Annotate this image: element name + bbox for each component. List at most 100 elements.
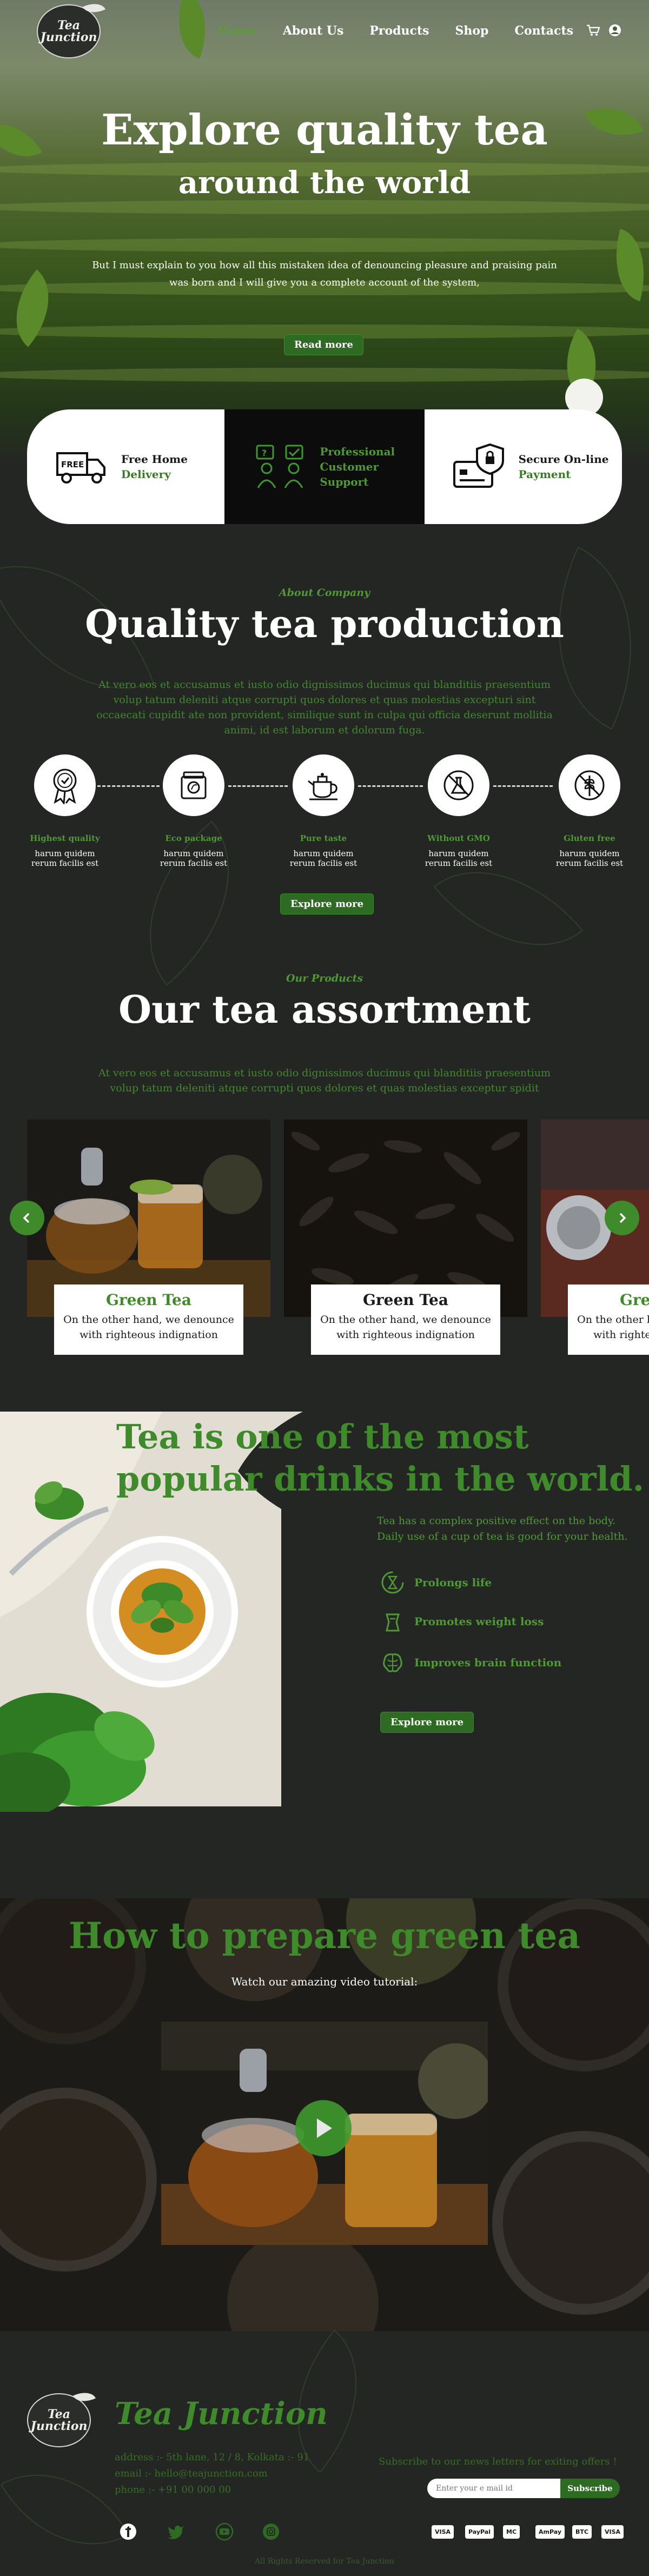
video-section: How to prepare green tea Watch our amazi… [0, 1898, 649, 2331]
video-title: How to prepare green tea [68, 1915, 581, 1957]
product-carousel: Green Tea On the other hand, we denounce… [0, 1120, 649, 1368]
footer-brand: Tea Junction [115, 2396, 328, 2432]
footer-logo[interactable]: Tea Junction [27, 2387, 96, 2447]
svg-text:?: ? [262, 448, 267, 458]
weight-icon [379, 1607, 407, 1635]
copyright: All Rights Reserved for Tea Junction [255, 2557, 394, 2566]
play-icon [317, 2118, 332, 2138]
nav-link-shop[interactable]: Shop [455, 24, 489, 38]
hero-subtitle: around the world [178, 165, 471, 201]
logo-text: Tea Junction [30, 2407, 88, 2433]
user-icon[interactable] [607, 23, 622, 38]
youtube-icon[interactable] [214, 2521, 235, 2542]
carousel-prev-button[interactable] [10, 1201, 44, 1235]
popular-text: Tea has a complex positive effect on the… [377, 1515, 628, 1542]
twitter-icon[interactable] [165, 2521, 186, 2542]
feature-support: ? Professional Customer Support [224, 409, 425, 524]
email-subscribe-input[interactable] [427, 2479, 560, 2498]
feature-line1: Professional [320, 445, 395, 458]
feature-delivery: FREE Free Home Delivery [27, 409, 225, 524]
payment-card-icon: VISA [601, 2521, 624, 2542]
popular-section: Tea is one of the most popular drinks in… [0, 1412, 649, 1823]
hourglass-icon [379, 1568, 407, 1597]
payment-label: MC [503, 2525, 520, 2539]
footer-address: address :- 5th lane, 12 / 8, Kolkata :- … [115, 2452, 310, 2463]
nav-link-about[interactable]: About Us [283, 24, 344, 38]
logo-leaf-icon [73, 2387, 96, 2407]
carousel-next-button[interactable] [605, 1201, 639, 1235]
about-title: Quality tea production [85, 601, 564, 646]
step-text: harum quidem rerum facilis est [555, 849, 624, 868]
products-title: Our tea assortment [118, 987, 531, 1032]
instagram-icon[interactable] [261, 2521, 281, 2542]
step-connector [97, 785, 160, 787]
explore-more-button[interactable]: Explore more [380, 1712, 474, 1733]
payment-label: AmPay [535, 2525, 565, 2539]
payment-label: VISA [432, 2525, 454, 2539]
step-text: harum quidem rerum facilis est [31, 849, 99, 868]
benefit-label: Improves brain function [414, 1656, 562, 1669]
field-stripe [0, 238, 649, 252]
product-card[interactable]: Green Tea On the other hand, we denounce… [541, 1120, 649, 1357]
eco-package-icon [163, 754, 224, 816]
nav-link-contacts[interactable]: Contacts [514, 24, 573, 38]
nav-link-home[interactable]: Home [217, 24, 257, 38]
footer-email: email :- hello@teajunction.com [115, 2468, 268, 2479]
about-text: At vero eos et accusamus et iusto odio d… [96, 679, 553, 736]
secure-payment-icon [452, 439, 507, 494]
gluten-free-icon [559, 754, 620, 816]
video-player[interactable] [161, 2022, 488, 2245]
feature-line2: Delivery [121, 468, 171, 481]
products-text: At vero eos et accusamus et iusto odio d… [98, 1067, 551, 1094]
no-gmo-icon [428, 754, 489, 816]
field-stripe [0, 368, 649, 382]
popular-title: Tea is one of the most popular drinks in… [116, 1417, 645, 1499]
quality-badge-icon [34, 754, 96, 816]
chevron-left-icon [23, 1213, 30, 1223]
logo[interactable]: Tea Junction [37, 0, 105, 58]
step-connector [493, 785, 553, 787]
feature-payment: Secure On-line Payment [424, 409, 622, 524]
payment-label: BTC [572, 2525, 592, 2539]
step-connector [358, 785, 423, 787]
feature-line2: Payment [518, 468, 571, 481]
explore-more-button[interactable]: Explore more [280, 893, 374, 915]
step-text: harum quidem rerum facilis est [289, 849, 357, 868]
about-subtitle: About Company [279, 587, 370, 599]
step-title: Highest quality [30, 833, 100, 843]
background-leaf [0, 2441, 130, 2576]
product-description: On the other hand, we denounce with righ… [63, 1314, 234, 1341]
benefit-label: Promotes weight loss [414, 1615, 544, 1628]
subscribe-text: Subscribe to our news letters for exitin… [379, 2456, 617, 2467]
nav-links: Home About Us Products Shop Contacts [191, 24, 573, 38]
read-more-button[interactable]: Read more [284, 334, 363, 355]
chevron-right-icon [619, 1213, 626, 1223]
step-without-gmo: Without GMO harum quidem rerum facilis e… [421, 754, 496, 868]
teapot-icon [293, 754, 354, 816]
about-steps: Highest quality harum quidem rerum facil… [27, 754, 623, 873]
payment-paypal-icon: PayPal [465, 2521, 494, 2542]
benefit-prolongs-life: Prolongs life [379, 1568, 492, 1597]
product-caption: Green Tea On the other hand, we denounce… [568, 1284, 649, 1355]
product-card[interactable]: Green Tea On the other hand, we denounce… [284, 1120, 527, 1357]
subscribe-button[interactable]: Subscribe [560, 2479, 620, 2498]
features-bar: FREE Free Home Delivery ? Professional C… [27, 409, 622, 524]
feature-line2: Customer Support [320, 460, 379, 488]
product-card[interactable]: Green Tea On the other hand, we denounce… [27, 1120, 270, 1357]
feature-line1: Free Home [121, 453, 188, 466]
footer-phone: phone :- +91 00 000 00 [115, 2484, 231, 2495]
facebook-icon[interactable] [118, 2521, 138, 2542]
footer: Tea Junction Tea Junction address :- 5th… [0, 2329, 649, 2576]
payment-ampay-icon: AmPay [535, 2521, 565, 2542]
product-caption: Green Tea On the other hand, we denounce… [54, 1284, 243, 1355]
video-subtitle: Watch our amazing video tutorial: [231, 1975, 418, 1988]
support-icon: ? [254, 439, 308, 494]
play-button[interactable] [295, 2100, 352, 2156]
step-title: Gluten free [564, 833, 615, 843]
product-description: On the other hand, we denounce with righ… [320, 1314, 491, 1341]
payment-label: PayPal [465, 2525, 494, 2539]
nav-link-products[interactable]: Products [369, 24, 429, 38]
benefit-weight-loss: Promotes weight loss [379, 1607, 544, 1635]
cart-icon[interactable] [586, 23, 601, 38]
step-title: Without GMO [427, 833, 490, 843]
